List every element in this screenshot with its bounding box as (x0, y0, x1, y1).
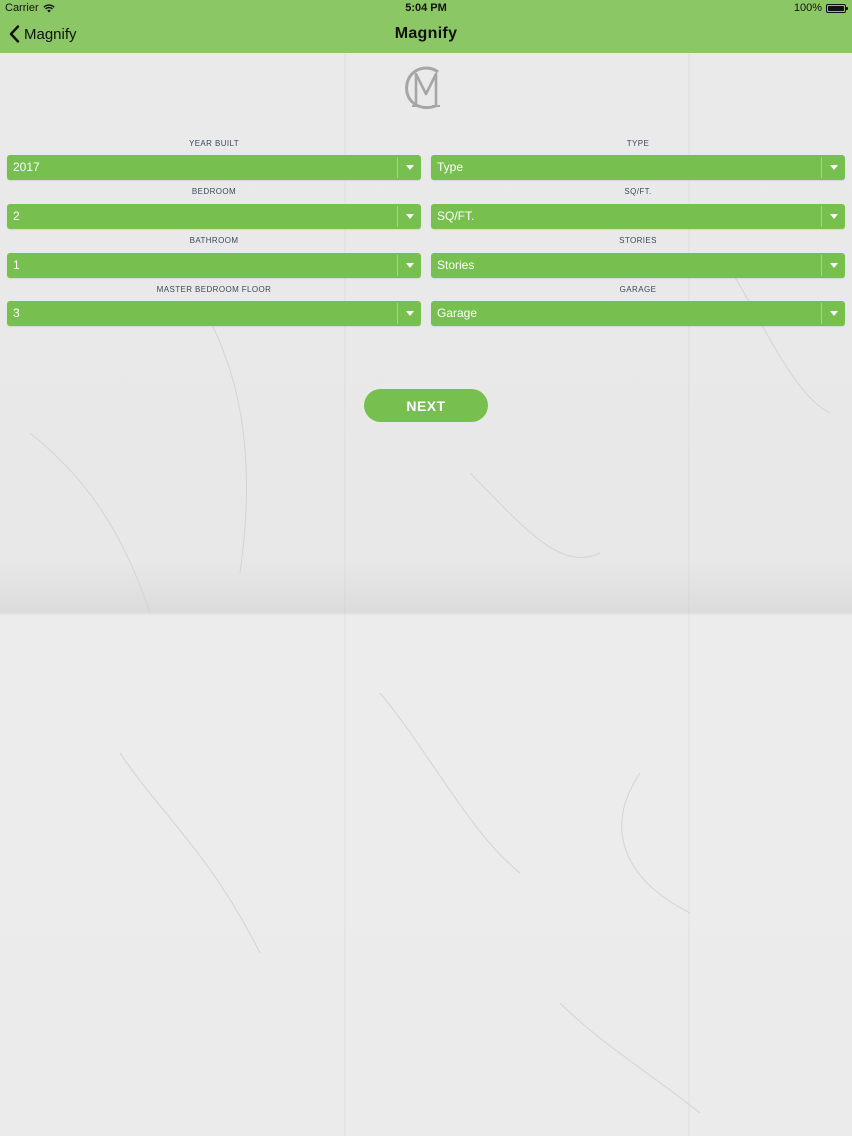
caret-down-icon (830, 165, 838, 170)
sqft-label: SQ/FT. (624, 187, 652, 196)
caret-down-icon (406, 311, 414, 316)
bedroom-label: BEDROOM (191, 187, 237, 196)
divider (397, 206, 398, 227)
stories-label: STORIES (619, 236, 657, 245)
caret-down-icon (406, 214, 414, 219)
garage-value: Garage (437, 306, 478, 320)
sqft-dropdown[interactable]: SQ/FT. (431, 204, 845, 229)
divider (821, 255, 822, 276)
divider (397, 255, 398, 276)
type-dropdown[interactable]: Type (431, 155, 845, 180)
battery-indicator: 100% (793, 2, 848, 14)
page-title: Magnify (394, 25, 458, 42)
year-built-value: 2017 (13, 160, 40, 174)
bedroom-value: 2 (13, 209, 20, 223)
divider (821, 206, 822, 227)
next-button[interactable]: NEXT (364, 389, 488, 422)
clock: 5:04 PM (405, 2, 447, 14)
status-bar: Carrier 5:04 PM 100% (0, 0, 852, 17)
bathroom-dropdown[interactable]: 1 (7, 253, 421, 278)
bathroom-value: 1 (13, 258, 20, 272)
garage-label: GARAGE (619, 285, 657, 294)
bedroom-dropdown[interactable]: 2 (7, 204, 421, 229)
master-bedroom-floor-label: MASTER BEDROOM FLOOR (156, 285, 272, 294)
battery-icon (826, 3, 848, 13)
divider (821, 303, 822, 324)
caret-down-icon (406, 165, 414, 170)
master-bedroom-floor-value: 3 (13, 306, 20, 320)
monogram-logo (405, 66, 440, 109)
divider (821, 157, 822, 178)
garage-dropdown[interactable]: Garage (431, 301, 845, 326)
caret-down-icon (830, 214, 838, 219)
stories-dropdown[interactable]: Stories (431, 253, 845, 278)
type-label: TYPE (626, 139, 650, 148)
caret-down-icon (830, 311, 838, 316)
type-value: Type (437, 160, 464, 174)
stories-value: Stories (437, 258, 475, 272)
bathroom-label: BATHROOM (189, 236, 239, 245)
sqft-value: SQ/FT. (437, 209, 475, 223)
caret-down-icon (406, 263, 414, 268)
top-bar: Carrier 5:04 PM 100% Magnify Magnify (0, 0, 852, 53)
battery-percent: 100% (793, 2, 822, 14)
divider (397, 157, 398, 178)
year-built-label: YEAR BUILT (188, 139, 240, 148)
caret-down-icon (830, 263, 838, 268)
year-built-dropdown[interactable]: 2017 (7, 155, 421, 180)
navigation-bar: Magnify Magnify (0, 17, 852, 53)
master-bedroom-floor-dropdown[interactable]: 3 (7, 301, 421, 326)
divider (397, 303, 398, 324)
